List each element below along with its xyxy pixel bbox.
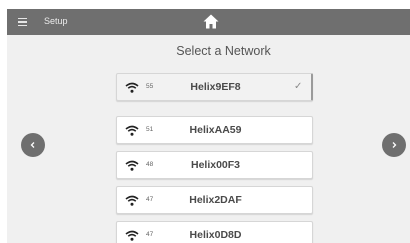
home-icon[interactable] [202, 13, 220, 30]
network-name: HelixAA59 [189, 124, 242, 136]
page-heading: Select a Network [176, 44, 271, 58]
setup-screen: Setup Select a Network 55 Helix9EF8 ✓ 51… [7, 9, 410, 243]
network-name: Helix9EF8 [190, 81, 241, 93]
network-item[interactable]: 47 Helix0D8D [116, 221, 313, 243]
network-name: Helix2DAF [189, 194, 242, 206]
next-button[interactable] [382, 133, 406, 157]
top-bar: Setup [7, 9, 410, 35]
screen-title: Setup [44, 16, 68, 26]
network-name: Helix00F3 [190, 159, 241, 171]
previous-button[interactable] [21, 133, 45, 157]
network-item[interactable]: 48 Helix00F3 [116, 151, 313, 179]
hamburger-menu-icon[interactable] [18, 18, 27, 26]
network-item[interactable]: 55 Helix9EF8 ✓ [116, 73, 313, 101]
network-item[interactable]: 47 Helix2DAF [116, 186, 313, 214]
chevron-right-icon [392, 142, 397, 148]
chevron-left-icon [30, 142, 35, 148]
network-name: Helix0D8D [189, 229, 242, 241]
network-item[interactable]: 51 HelixAA59 [116, 116, 313, 144]
checkmark-icon: ✓ [294, 81, 303, 92]
